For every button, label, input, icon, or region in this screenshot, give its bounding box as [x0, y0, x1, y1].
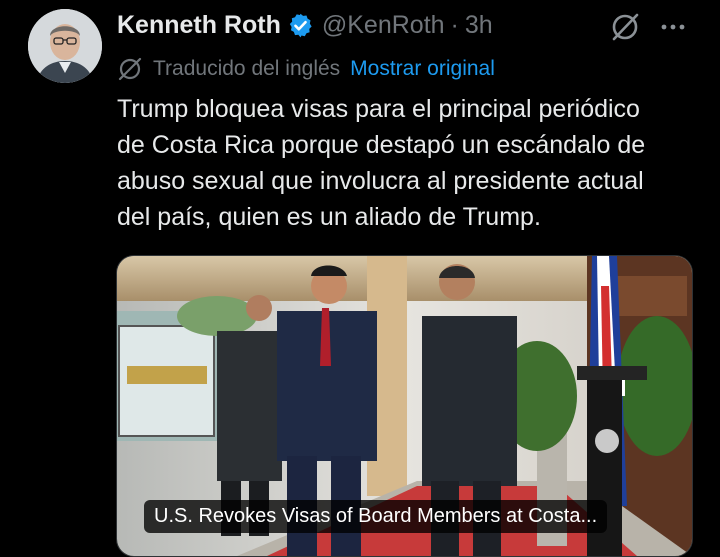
translated-label: Traducido del inglés: [153, 57, 341, 80]
more-icon[interactable]: [657, 12, 689, 42]
link-card-caption[interactable]: U.S. Revokes Visas of Board Members at C…: [144, 500, 608, 533]
translation-notice: Traducido del inglés Mostrar original: [117, 55, 495, 83]
translate-icon: [117, 56, 143, 82]
grok-icon[interactable]: [610, 12, 640, 42]
author-name[interactable]: Kenneth Roth: [117, 11, 281, 40]
tweet-text: Trump bloquea visas para el principal pe…: [117, 95, 646, 231]
tweet-header: Kenneth Roth @KenRoth · 3h: [117, 8, 493, 42]
timestamp[interactable]: 3h: [465, 11, 493, 40]
separator-dot: ·: [450, 10, 459, 39]
author-handle[interactable]: @KenRoth: [322, 11, 445, 40]
author-avatar[interactable]: [28, 9, 102, 83]
verified-badge-icon[interactable]: [287, 12, 314, 39]
show-original-link[interactable]: Mostrar original: [350, 57, 495, 81]
